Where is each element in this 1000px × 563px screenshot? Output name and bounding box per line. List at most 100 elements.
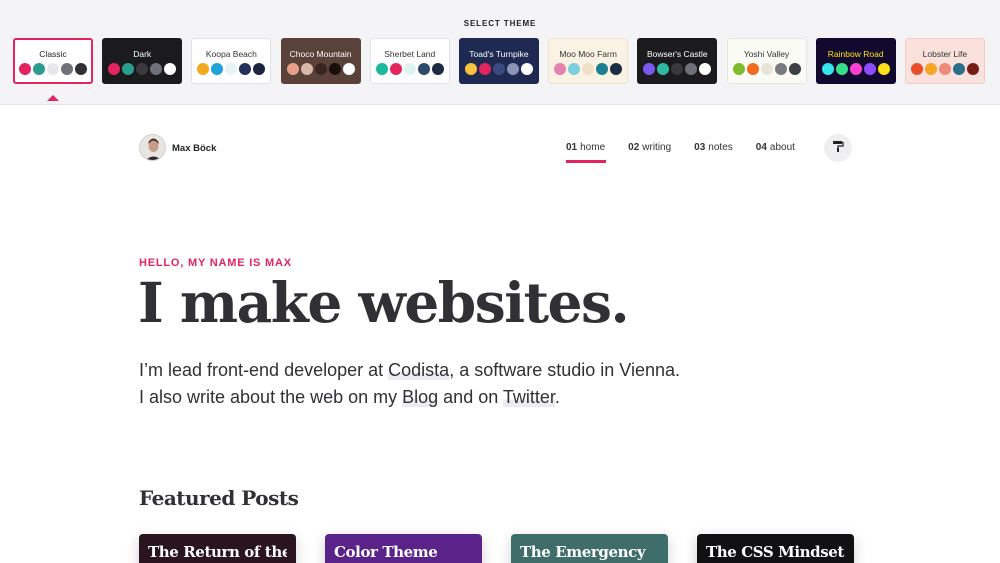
- color-swatch: [431, 63, 444, 75]
- color-swatch: [464, 63, 477, 75]
- color-swatch: [122, 63, 135, 75]
- color-swatch: [788, 63, 801, 75]
- color-swatch: [596, 63, 609, 75]
- post-title: The Emergency: [520, 543, 646, 561]
- nav-item-writing[interactable]: 02 writing: [628, 142, 671, 153]
- avatar[interactable]: [139, 134, 166, 161]
- color-swatch: [108, 63, 121, 75]
- color-swatch: [732, 63, 745, 75]
- theme-option[interactable]: Classic: [13, 38, 93, 84]
- theme-option[interactable]: Koopa Beach: [191, 38, 272, 84]
- color-swatch: [774, 63, 787, 75]
- color-swatch: [554, 63, 567, 75]
- nav-item-label: home: [580, 142, 606, 153]
- color-swatch: [849, 63, 862, 75]
- nav-item-number: 01: [566, 142, 578, 153]
- color-swatch: [877, 63, 890, 75]
- nav-item-label: about: [769, 142, 795, 153]
- intro-text: .: [554, 387, 560, 407]
- color-swatch: [835, 63, 848, 75]
- post-title: Color Theme: [334, 543, 438, 561]
- intro-text: , a software studio in Vienna.: [449, 360, 680, 380]
- theme-swatches: [643, 63, 712, 75]
- color-swatch: [225, 63, 238, 75]
- theme-swatches: [375, 63, 444, 75]
- color-swatch: [197, 63, 210, 75]
- color-swatch: [582, 63, 595, 75]
- theme-swatches: [286, 63, 355, 75]
- nav-item-about[interactable]: 04 about: [756, 142, 795, 153]
- color-swatch: [300, 63, 313, 75]
- color-swatch: [657, 63, 670, 75]
- color-swatch: [492, 63, 505, 75]
- nav-item-home[interactable]: 01 home: [566, 142, 607, 163]
- theme-option[interactable]: Bowser's Castle: [637, 38, 718, 84]
- selected-theme-indicator: [47, 95, 59, 101]
- theme-name: Bowser's Castle: [646, 49, 708, 59]
- nav-item-label: notes: [708, 142, 733, 153]
- color-swatch: [75, 63, 87, 75]
- theme-name: Dark: [133, 49, 152, 59]
- color-swatch: [699, 63, 712, 75]
- theme-name: Choco Mountain: [289, 49, 352, 59]
- nav-item-label: writing: [642, 142, 672, 153]
- color-swatch: [211, 63, 224, 75]
- featured-posts-list: The Return of the Color Theme The Emergenc…: [139, 534, 854, 563]
- author-name[interactable]: Max Böck: [172, 143, 216, 154]
- post-title: The CSS Mindset: [706, 543, 844, 561]
- theme-option[interactable]: Lobster Life: [904, 38, 985, 84]
- theme-option[interactable]: Toad's Turnpike: [458, 38, 539, 84]
- post-card[interactable]: The CSS Mindset: [697, 534, 854, 563]
- color-swatch: [239, 63, 252, 75]
- hero-title: I make websites.: [138, 270, 630, 335]
- main-nav: 01 home 02 writing 03 notes 04 about: [566, 142, 818, 163]
- color-swatch: [403, 63, 416, 75]
- intro-text: and on: [438, 387, 503, 407]
- color-swatch: [417, 63, 430, 75]
- color-swatch: [61, 63, 73, 75]
- color-swatch: [253, 63, 266, 75]
- theme-toggle-button[interactable]: [824, 134, 852, 162]
- twitter-link[interactable]: Twitter: [502, 387, 555, 407]
- theme-option[interactable]: Dark: [102, 38, 183, 84]
- theme-option[interactable]: Choco Mountain: [280, 38, 361, 84]
- theme-option[interactable]: Rainbow Road: [815, 38, 896, 84]
- color-swatch: [19, 63, 31, 75]
- theme-name: Toad's Turnpike: [469, 49, 529, 59]
- intro-text: I also write about the web on my: [139, 387, 403, 407]
- color-swatch: [150, 63, 163, 75]
- theme-name: Classic: [39, 49, 67, 59]
- post-card[interactable]: The Emergency: [511, 534, 668, 563]
- hero-intro: I’m lead front-end developer at Codista,…: [139, 357, 739, 411]
- theme-swatches: [554, 63, 623, 75]
- theme-list: Classic Dark Koopa Beach Choco Mountain Sher…: [13, 38, 985, 84]
- color-swatch: [671, 63, 684, 75]
- color-swatch: [643, 63, 656, 75]
- color-swatch: [924, 63, 937, 75]
- nav-item-notes[interactable]: 03 notes: [694, 142, 733, 153]
- blog-link[interactable]: Blog: [402, 387, 439, 407]
- color-swatch: [568, 63, 581, 75]
- color-swatch: [389, 63, 402, 75]
- theme-swatches: [108, 63, 177, 75]
- theme-name: Sherbet Land: [384, 49, 436, 59]
- theme-name: Rainbow Road: [827, 49, 884, 59]
- theme-option[interactable]: Sherbet Land: [369, 38, 450, 84]
- intro-text: I’m lead front-end developer at: [139, 360, 389, 380]
- paint-roller-icon: [832, 139, 844, 157]
- featured-posts-heading: Featured Posts: [139, 486, 299, 510]
- post-card[interactable]: The Return of the: [139, 534, 296, 563]
- theme-option[interactable]: Moo Moo Farm: [548, 38, 629, 84]
- color-swatch: [760, 63, 773, 75]
- theme-swatches: [464, 63, 533, 75]
- color-swatch: [685, 63, 698, 75]
- post-card[interactable]: Color Theme: [325, 534, 482, 563]
- color-swatch: [314, 63, 327, 75]
- theme-swatches: [821, 63, 890, 75]
- codista-link[interactable]: Codista: [388, 360, 450, 380]
- color-swatch: [746, 63, 759, 75]
- nav-item-number: 04: [755, 142, 767, 153]
- color-swatch: [520, 63, 533, 75]
- theme-option[interactable]: Yoshi Valley: [726, 38, 807, 84]
- color-swatch: [952, 63, 965, 75]
